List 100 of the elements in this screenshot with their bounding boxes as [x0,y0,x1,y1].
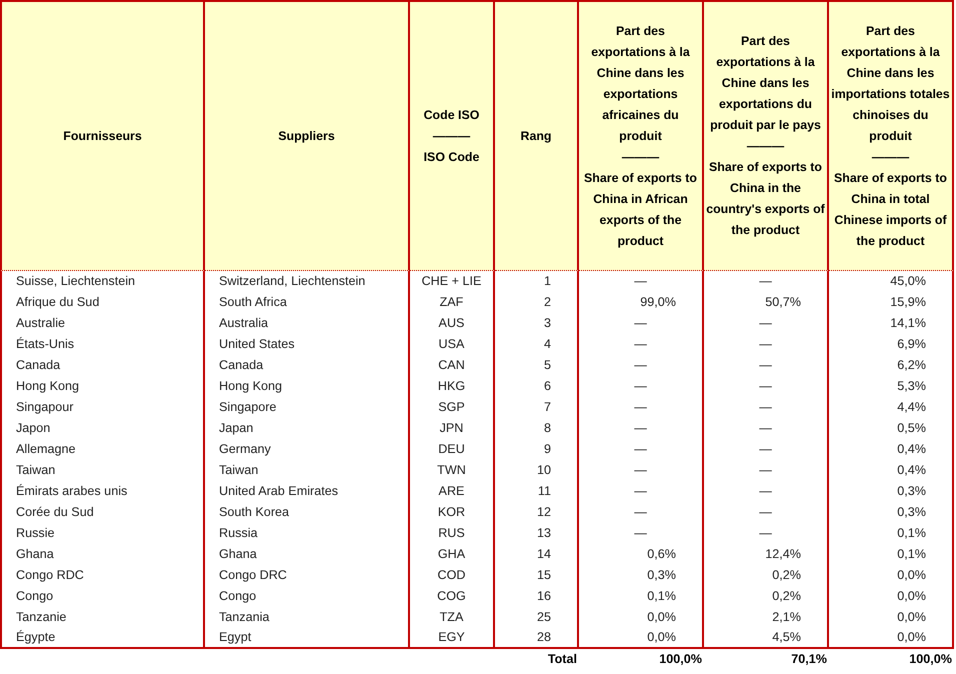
table-cell-text: — [634,504,647,521]
table-cell-text: Canada [219,357,264,374]
table-cell-text: Congo RDC [16,567,84,584]
header-separator: ——— [622,148,660,166]
table-cell-text: Congo [219,588,256,605]
table-cell-text: GHA [438,546,466,563]
table-cell-text: TWN [437,462,466,479]
column-header: Part des exportations à la Chine dans les importations totales chinoises du produit [831,22,950,145]
total-value: 70,1% [791,651,827,668]
table-cell-text: États-Unis [16,336,74,353]
table-cell-text: 2 [544,294,551,311]
table-cell-text: 4,4% [897,399,926,416]
table-cell-text: CAN [438,357,465,374]
total-label: Total [548,651,577,668]
table-cell-text: ARE [438,483,464,500]
table-cell-text: Australie [16,315,65,332]
table-cell-text: 0,1% [647,588,676,605]
table-cell-text: Congo DRC [219,567,287,584]
table-cell-text: — [759,483,772,500]
table-cell-text: — [759,336,772,353]
table-cell-text: Taiwan [16,462,56,479]
table-cell-text: — [759,462,772,479]
table-cell-text: Russie [16,525,54,542]
table-cell-text: 0,0% [897,609,926,626]
table-cell-text: Tanzania [219,609,270,626]
table-cell-text: 0,1% [897,525,926,542]
table-cell-text: CHE + LIE [422,273,482,290]
table-cell-text: — [634,315,647,332]
table-cell-text: AUS [438,315,464,332]
column-header: Fournisseurs [63,128,142,144]
table-cell-text: — [759,399,772,416]
table-cell-text: COG [437,588,466,605]
table-cell-text: 0,3% [897,504,926,521]
table-cell-text: Hong Kong [16,378,80,395]
table-cell-text: — [634,357,647,374]
table-cell-text: JPN [440,420,464,437]
table-cell-text: 6 [544,378,551,395]
table-cell-text: Australia [219,315,268,332]
table-cell-text: 15,9% [890,294,926,311]
table-cell-text: 12,4% [765,546,801,563]
table-cell-text: RUS [438,525,465,542]
table-cell-text: — [759,525,772,542]
table-cell-text: 12 [536,504,551,521]
table-cell-text: 7 [544,399,551,416]
table-cell-text: 14,1% [890,315,926,332]
table-cell-text: Ghana [219,546,257,563]
table-cell-text: Russia [219,525,258,542]
table-cell-text: Singapour [16,399,74,416]
table-cell-text: South Africa [219,294,287,311]
table-cell-text: — [634,378,647,395]
total-value: 100,0% [909,651,952,668]
table-cell-text: South Korea [219,504,290,521]
table-cell-text: Hong Kong [219,378,282,395]
table-cell-text: 5 [544,357,551,374]
table-cell-text: 0,4% [897,462,926,479]
table-cell-text: DEU [438,441,465,458]
table-cell-text: 0,3% [647,567,676,584]
table-cell-text: Switzerland, Liechtenstein [219,273,366,290]
table-cell-text: United States [219,336,295,353]
table-cell-text: 0,0% [897,588,926,605]
table-cell-text: — [759,504,772,521]
table-cell-text: — [759,273,772,290]
table-cell-text: TZA [440,609,464,626]
table-cell-text: 1 [544,273,551,290]
table-cell-text: — [759,441,772,458]
header-separator: ——— [872,148,910,166]
table-cell-text: — [634,399,647,416]
table-cell-text: 16 [536,588,551,605]
table-cell-text: Congo [16,588,54,605]
table-cell-text: 11 [538,483,551,500]
table-cell-text: 0,3% [897,483,926,500]
column-header: Part des exportations à la Chine dans les exportations du produit par le pays [709,33,822,134]
table-cell-text: — [634,483,647,500]
table-cell-text: Allemagne [16,441,76,458]
table-cell-text: 0,0% [647,609,676,626]
table-cell-text: 0,4% [897,441,926,458]
table-cell-text: Japan [219,420,254,437]
table-cell-text: — [759,357,772,374]
table-cell-text: Égypte [16,629,56,646]
table-cell-text: — [634,441,647,458]
table-cell-text: HKG [438,378,466,395]
table-cell-text: Germany [219,441,271,458]
column-header: Code ISO [424,106,480,124]
table-cell-text: 28 [536,629,551,646]
table-cell-text: Singapore [219,399,276,416]
column-header: Share of exports to China in the country's exports of the product [706,159,825,239]
total-value: 100,0% [659,651,702,668]
table-cell-text: Tanzanie [16,609,66,626]
table-cell-text: — [759,315,772,332]
table-cell-text: — [634,525,647,542]
table-cell-text: 50,7% [765,294,801,311]
table-cell-text: Émirats arabes unis [16,483,128,500]
column-header: Suppliers [278,128,335,145]
table-cell-text: Suisse, Liechtenstein [16,273,136,290]
table-cell-text: 99,0% [640,294,676,311]
table-cell-text: 8 [544,420,551,437]
table-cell-text: 25 [536,609,551,626]
table-cell-text: 9 [544,441,551,458]
table-cell-text: 4,5% [772,629,801,646]
table-cell-text: 0,2% [772,588,801,605]
